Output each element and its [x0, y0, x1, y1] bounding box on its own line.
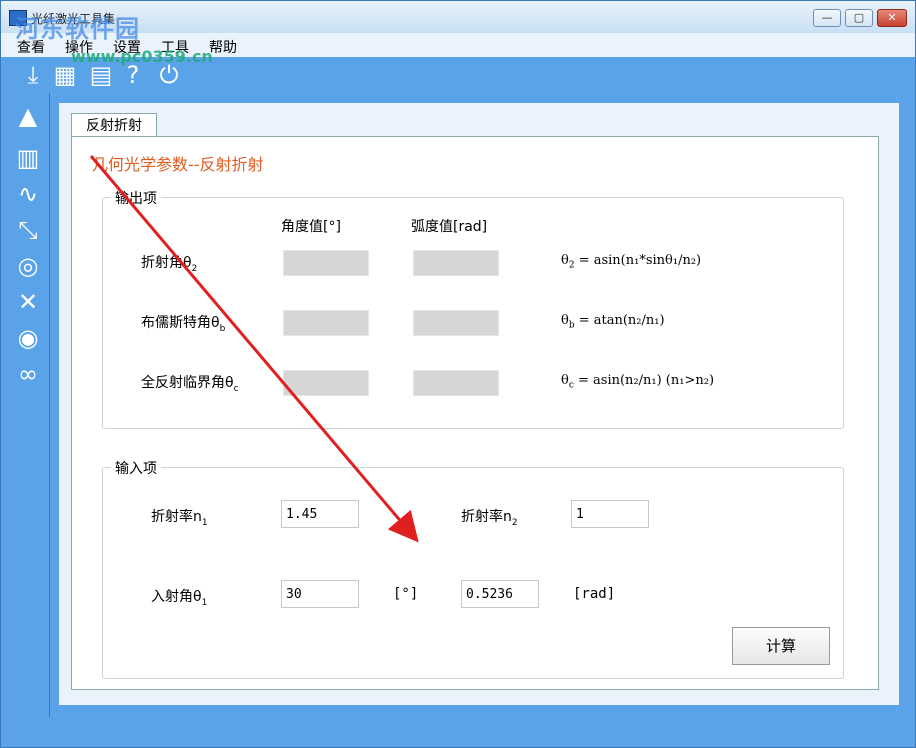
- tab-reflection-refraction[interactable]: 反射折射: [71, 113, 157, 138]
- pulse-icon[interactable]: ∿: [13, 179, 43, 209]
- sidebar: ▲ ▥ ∿ ⤡ ◎ ✕ ◉ ∞: [7, 93, 50, 717]
- ring-icon[interactable]: ◉: [13, 323, 43, 353]
- output-group: 输出项 角度值[°] 弧度值[rad] 折射角θ2 θ2 = asin(n₁*s…: [102, 188, 844, 429]
- tab-panel: 几何光学参数--反射折射 输出项 角度值[°] 弧度值[rad] 折射角θ2 θ…: [71, 136, 879, 690]
- refraction-angle-formula: θ2 = asin(n₁*sinθ₁/n₂): [561, 253, 702, 271]
- radian-column-header: 弧度值[rad]: [411, 219, 488, 235]
- brewster-angle-label: 布儒斯特角θb: [141, 315, 226, 334]
- incident-angle-radian-input[interactable]: 0.5236: [461, 580, 539, 608]
- refraction-angle-degree-output: [283, 250, 369, 276]
- radian-unit: [rad]: [573, 586, 616, 602]
- critical-angle-degree-output: [283, 370, 369, 396]
- minimize-button[interactable]: —: [813, 9, 841, 27]
- critical-angle-formula: θc = asin(n₂/n₁) (n₁>n₂): [561, 373, 715, 391]
- spectrum-icon[interactable]: ▥: [13, 143, 43, 173]
- main-content: 反射折射 几何光学参数--反射折射 输出项 角度值[°] 弧度值[rad] 折射…: [59, 103, 899, 705]
- n1-label: 折射率n1: [151, 509, 208, 528]
- close-button[interactable]: ✕: [877, 9, 907, 27]
- degree-unit: [°]: [393, 586, 419, 602]
- import-icon[interactable]: ⤓: [19, 61, 47, 89]
- brewster-angle-degree-output: [283, 310, 369, 336]
- critical-angle-radian-output: [413, 370, 499, 396]
- link-icon[interactable]: ∞: [13, 359, 43, 389]
- brewster-angle-formula: θb = atan(n₂/n₁): [561, 313, 665, 331]
- n2-label: 折射率n2: [461, 509, 518, 528]
- refraction-angle-label: 折射角θ2: [141, 255, 198, 274]
- watermark-logo: 河东软件园: [15, 15, 140, 43]
- menu-help[interactable]: 帮助: [209, 37, 237, 57]
- n1-input[interactable]: 1.45: [281, 500, 359, 528]
- output-group-title: 输出项: [111, 188, 161, 208]
- reflect-icon[interactable]: ⤡: [13, 215, 43, 245]
- n2-input[interactable]: 1: [571, 500, 649, 528]
- calculate-button[interactable]: 计算: [732, 627, 830, 665]
- app-window: 光纤激光工具集 — ▢ ✕ 查看 操作 设置 工具 帮助 ⤓ ▦ ▤ ? ⏻ 河…: [0, 0, 916, 748]
- incident-angle-degree-input[interactable]: 30: [281, 580, 359, 608]
- watermark-url: www.pc0359.cn: [71, 47, 213, 66]
- incident-angle-label: 入射角θ1: [151, 589, 208, 608]
- coupler-icon[interactable]: ✕: [13, 287, 43, 317]
- fiber-coil-icon[interactable]: ◎: [13, 251, 43, 281]
- prism-icon[interactable]: ▲: [13, 101, 43, 131]
- degree-column-header: 角度值[°]: [281, 219, 341, 235]
- page-title: 几何光学参数--反射折射: [92, 155, 264, 174]
- critical-angle-label: 全反射临界角θc: [141, 375, 239, 394]
- brewster-angle-radian-output: [413, 310, 499, 336]
- input-group-title: 输入项: [111, 458, 161, 478]
- maximize-button[interactable]: ▢: [845, 9, 873, 27]
- refraction-angle-radian-output: [413, 250, 499, 276]
